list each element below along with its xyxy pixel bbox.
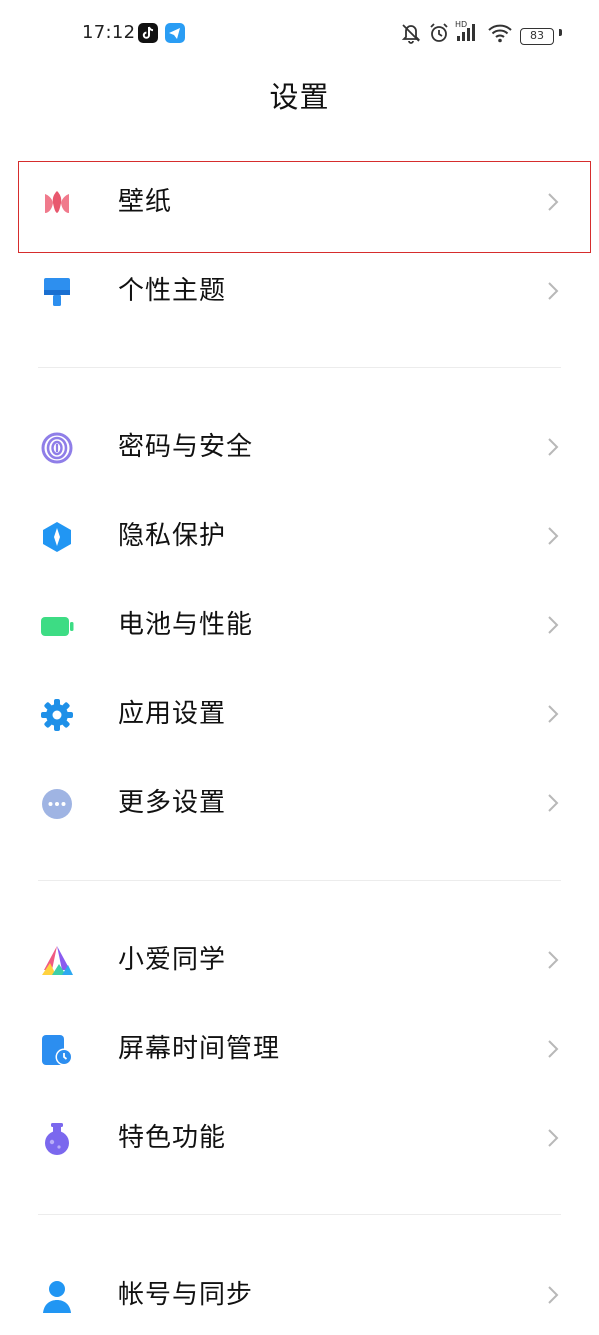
settings-item-theme[interactable]: 个性主题 <box>0 251 599 331</box>
status-time: 17:12 <box>82 22 136 43</box>
silent-bell-icon <box>400 22 422 48</box>
settings-item-label: 特色功能 <box>118 1123 227 1153</box>
screen-time-icon <box>40 1033 74 1067</box>
wifi-icon <box>487 22 513 48</box>
paint-brush-icon <box>40 275 74 309</box>
settings-item-xiaoai[interactable]: 小爱同学 <box>0 920 599 1000</box>
settings-item-password-security[interactable]: 密码与安全 <box>0 407 599 487</box>
hd-label: HD <box>455 20 468 29</box>
settings-item-screen-time[interactable]: 屏幕时间管理 <box>0 1009 599 1089</box>
gear-icon <box>40 698 74 732</box>
telegram-icon <box>165 23 185 43</box>
chevron-right-icon <box>545 524 561 548</box>
settings-item-more-settings[interactable]: 更多设置 <box>0 763 599 843</box>
chevron-right-icon <box>545 791 561 815</box>
settings-item-label: 屏幕时间管理 <box>118 1034 281 1064</box>
chevron-right-icon <box>545 702 561 726</box>
settings-item-app-settings[interactable]: 应用设置 <box>0 674 599 754</box>
settings-item-account-sync[interactable]: 帐号与同步 <box>0 1255 599 1335</box>
alarm-icon <box>428 22 450 48</box>
battery-status-icon: 83 <box>520 24 563 45</box>
settings-item-privacy[interactable]: 隐私保护 <box>0 496 599 576</box>
tulip-icon <box>40 186 74 220</box>
section-divider <box>38 880 561 881</box>
hd-signal-icon: HD <box>455 20 481 48</box>
chevron-right-icon <box>545 1283 561 1307</box>
settings-item-label: 小爱同学 <box>118 945 227 975</box>
settings-item-wallpaper[interactable]: 壁纸 <box>0 162 599 242</box>
battery-icon <box>40 609 74 643</box>
page-title: 设置 <box>269 80 330 114</box>
xiaoai-icon <box>40 944 74 978</box>
chevron-right-icon <box>545 279 561 303</box>
settings-item-label: 个性主题 <box>118 276 227 306</box>
flask-icon <box>40 1122 74 1156</box>
chevron-right-icon <box>545 613 561 637</box>
settings-item-label: 隐私保护 <box>118 521 227 551</box>
section-divider <box>38 1214 561 1215</box>
settings-item-label: 密码与安全 <box>118 432 254 462</box>
settings-item-label: 电池与性能 <box>118 610 254 640</box>
chevron-right-icon <box>545 190 561 214</box>
privacy-shield-icon <box>40 520 74 554</box>
chevron-right-icon <box>545 948 561 972</box>
more-dots-icon <box>40 787 74 821</box>
settings-item-label: 壁纸 <box>118 187 173 217</box>
settings-item-label: 应用设置 <box>118 699 227 729</box>
tiktok-icon <box>138 23 158 43</box>
account-icon <box>40 1279 74 1313</box>
chevron-right-icon <box>545 435 561 459</box>
battery-level: 83 <box>520 28 554 45</box>
chevron-right-icon <box>545 1126 561 1150</box>
settings-item-battery[interactable]: 电池与性能 <box>0 585 599 665</box>
status-bar: 17:12 HD 83 <box>0 0 599 66</box>
chevron-right-icon <box>545 1037 561 1061</box>
settings-item-special-features[interactable]: 特色功能 <box>0 1098 599 1178</box>
fingerprint-icon <box>40 431 74 465</box>
section-divider <box>38 367 561 368</box>
settings-item-label: 更多设置 <box>118 788 227 818</box>
settings-item-label: 帐号与同步 <box>118 1280 254 1310</box>
